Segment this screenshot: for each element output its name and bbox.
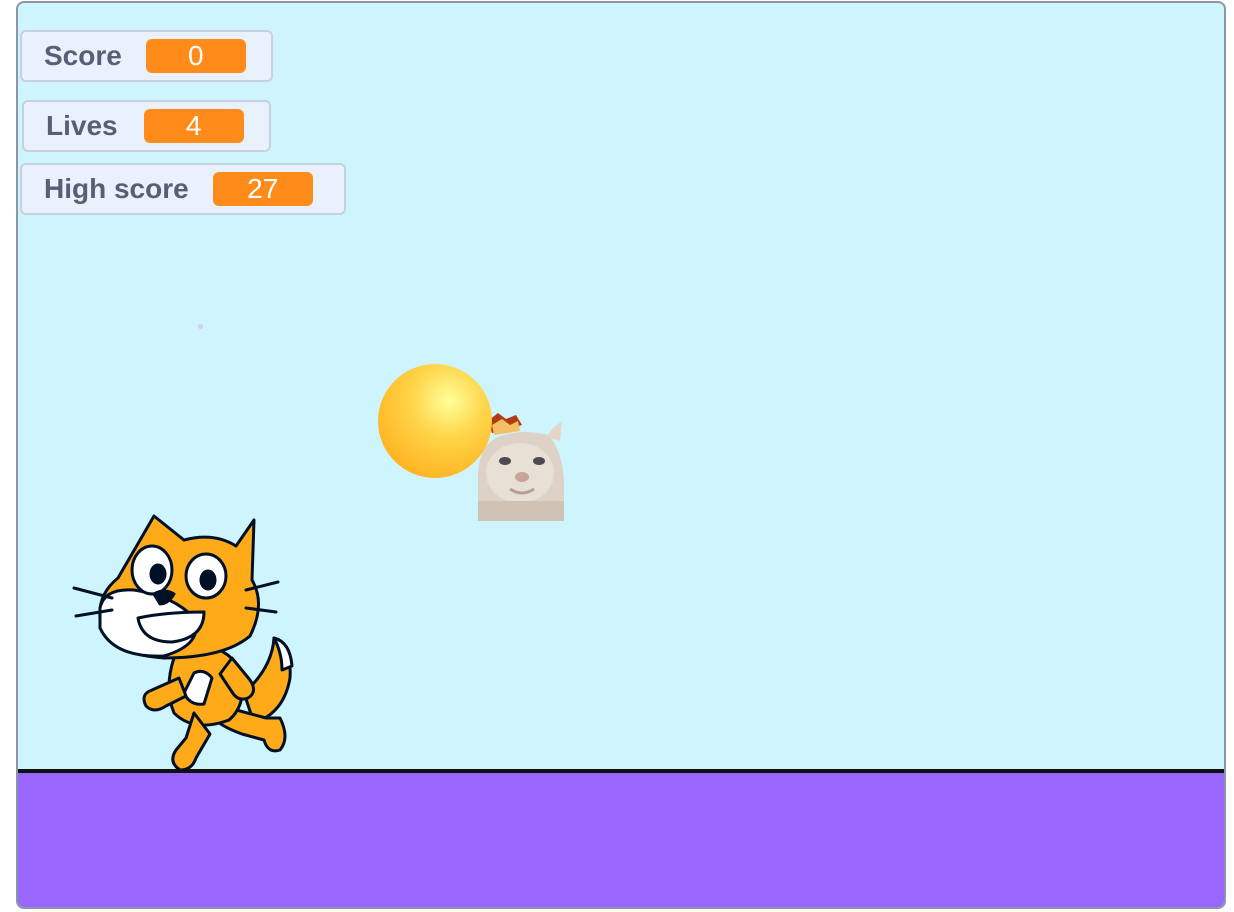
ball-sprite[interactable] [378, 364, 492, 478]
lives-monitor: Lives 4 [22, 100, 271, 152]
ground [18, 769, 1224, 907]
game-stage[interactable]: Score 0 Lives 4 High score 27 [16, 1, 1226, 909]
score-value: 0 [145, 39, 246, 73]
lives-value: 4 [143, 109, 244, 143]
small-dot [198, 324, 203, 329]
high-score-label: High score [44, 173, 189, 204]
score-label: Score [44, 40, 122, 71]
high-score-monitor: High score 27 [20, 163, 346, 215]
lives-label: Lives [46, 110, 118, 141]
high-score-value: 27 [212, 172, 313, 206]
scratch-cat-sprite[interactable] [54, 508, 294, 773]
score-monitor: Score 0 [20, 30, 273, 82]
